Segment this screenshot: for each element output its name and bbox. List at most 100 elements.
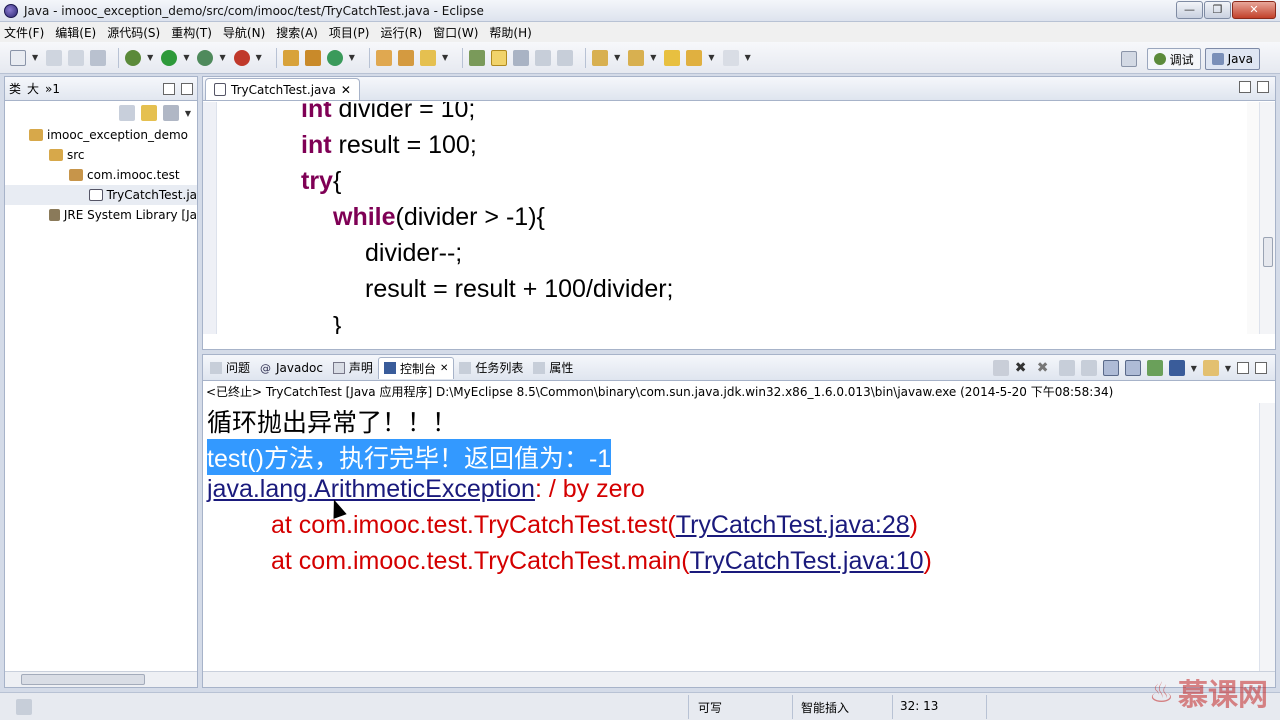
collapse-all-icon[interactable] <box>118 105 135 121</box>
remove-all-icon[interactable]: ✖ <box>1037 360 1053 376</box>
debug-icon[interactable] <box>125 49 142 66</box>
print-icon[interactable] <box>90 49 107 66</box>
tree-item-package[interactable]: com.imooc.test <box>5 165 197 185</box>
tab-declaration[interactable]: 声明 <box>328 357 378 379</box>
menu-file[interactable]: 文件(F) <box>4 24 44 41</box>
tree-item-project[interactable]: imooc_exception_demo <box>5 125 197 145</box>
tab-console[interactable]: 控制台 ✕ <box>377 356 455 379</box>
pin-console-icon[interactable] <box>1146 360 1163 376</box>
close-icon[interactable]: ✕ <box>440 363 448 374</box>
chevron-down-icon[interactable]: ▼ <box>650 53 656 62</box>
code-text-area[interactable]: int divider = 10; int result = 100; try{… <box>203 102 1249 334</box>
tab-tasks[interactable]: 任务列表 <box>454 357 528 379</box>
editor-tab-trycatchtest[interactable]: TryCatchTest.java ✕ <box>205 78 360 100</box>
open-resource-icon[interactable] <box>397 49 414 66</box>
chevron-down-icon[interactable]: ▼ <box>32 53 38 62</box>
tree-item-java-file[interactable]: TryCatchTest.ja <box>5 185 197 205</box>
external-tools-icon[interactable] <box>233 49 250 66</box>
tab-javadoc[interactable]: @ Javadoc <box>255 357 328 379</box>
console-vertical-scrollbar[interactable] <box>1259 403 1275 671</box>
annotation-icon[interactable] <box>469 49 486 66</box>
menu-help[interactable]: 帮助(H) <box>489 24 531 41</box>
scrollbar-thumb[interactable] <box>21 674 145 685</box>
mark-occurrences-icon[interactable] <box>491 49 508 66</box>
java-perspective-button[interactable]: Java <box>1204 48 1260 70</box>
maximize-button[interactable]: ❐ <box>1204 1 1231 19</box>
source-link[interactable]: TryCatchTest.java:28 <box>676 511 910 539</box>
show-on-output-icon[interactable] <box>1102 360 1119 376</box>
show-on-error-icon[interactable] <box>1124 360 1141 376</box>
view-menu-icon[interactable] <box>162 105 179 121</box>
minimize-button[interactable]: — <box>1176 1 1203 19</box>
chevron-down-icon[interactable]: ▼ <box>219 53 225 62</box>
chevron-down-icon[interactable]: ▼ <box>745 53 751 62</box>
debug-perspective-button[interactable]: 调试 <box>1146 48 1201 70</box>
open-perspective-icon[interactable] <box>1120 51 1137 67</box>
last-edit-icon[interactable] <box>664 49 681 66</box>
editor-vertical-scrollbar[interactable] <box>1259 102 1275 334</box>
save-all-icon[interactable] <box>68 49 85 66</box>
save-icon[interactable] <box>46 49 63 66</box>
prev-annotation-icon[interactable] <box>628 49 645 66</box>
remove-launch-icon[interactable]: ✖ <box>1015 360 1031 376</box>
maximize-view-icon[interactable] <box>181 82 193 95</box>
link-editor-icon[interactable] <box>140 105 157 121</box>
chevron-down-icon[interactable]: ▼ <box>147 53 153 62</box>
chevron-down-icon[interactable]: ▼ <box>1191 364 1197 373</box>
menu-edit[interactable]: 编辑(E) <box>55 24 96 41</box>
chevron-down-icon[interactable]: ▼ <box>442 53 448 62</box>
tab-problems[interactable]: 问题 <box>205 357 255 379</box>
chevron-down-icon[interactable]: ▼ <box>256 53 262 62</box>
close-button[interactable]: ✕ <box>1232 1 1276 19</box>
back-icon[interactable] <box>686 49 703 66</box>
fast-view-icon[interactable] <box>16 699 32 715</box>
chevron-down-icon[interactable]: ▼ <box>185 109 191 118</box>
chevron-down-icon[interactable]: ▼ <box>708 53 714 62</box>
minimize-view-icon[interactable] <box>1239 81 1251 93</box>
clear-console-icon[interactable] <box>1058 360 1075 376</box>
close-icon[interactable]: ✕ <box>341 83 351 97</box>
open-type-icon[interactable] <box>375 49 392 66</box>
forward-icon[interactable] <box>722 49 739 66</box>
new-package-icon[interactable] <box>304 49 321 66</box>
pilcrow-icon[interactable] <box>557 49 574 66</box>
source-link[interactable]: TryCatchTest.java:10 <box>690 547 924 575</box>
maximize-view-icon[interactable] <box>1257 81 1269 93</box>
tab-overflow[interactable]: »1 <box>45 82 60 96</box>
search-icon[interactable] <box>419 49 436 66</box>
maximize-view-icon[interactable] <box>1255 362 1267 374</box>
new-project-icon[interactable] <box>282 49 299 66</box>
horizontal-scrollbar[interactable] <box>5 671 197 687</box>
block-selection-icon[interactable] <box>513 49 530 66</box>
tab-package-explorer[interactable]: 类 <box>9 80 21 97</box>
tree-item-jre[interactable]: JRE System Library [Ja <box>5 205 197 225</box>
tab-properties[interactable]: 属性 <box>528 357 578 379</box>
terminate-icon[interactable] <box>992 360 1009 376</box>
minimize-view-icon[interactable] <box>163 82 175 95</box>
chevron-down-icon[interactable]: ▼ <box>1225 364 1231 373</box>
show-whitespace-icon[interactable] <box>535 49 552 66</box>
menu-project[interactable]: 项目(P) <box>329 24 370 41</box>
console-output[interactable]: 循环抛出异常了！！！ test()方法，执行完毕！返回值为：-1 java.la… <box>203 403 1259 671</box>
menu-search[interactable]: 搜索(A) <box>276 24 318 41</box>
menu-window[interactable]: 窗口(W) <box>433 24 478 41</box>
chevron-down-icon[interactable]: ▼ <box>614 53 620 62</box>
minimize-view-icon[interactable] <box>1237 362 1249 374</box>
new-file-icon[interactable] <box>10 49 26 66</box>
coverage-icon[interactable] <box>197 49 214 66</box>
new-class-icon[interactable] <box>326 49 343 66</box>
open-console-icon[interactable] <box>1202 360 1219 376</box>
scrollbar-thumb[interactable] <box>1263 237 1273 267</box>
next-annotation-icon[interactable] <box>592 49 609 66</box>
chevron-down-icon[interactable]: ▼ <box>183 53 189 62</box>
run-icon[interactable] <box>161 49 178 66</box>
exception-link[interactable]: java.lang.ArithmeticException <box>207 475 535 503</box>
tab-hierarchy[interactable]: 大 <box>27 80 39 97</box>
chevron-down-icon[interactable]: ▼ <box>349 53 355 62</box>
scroll-lock-icon[interactable] <box>1080 360 1097 376</box>
menu-navigate[interactable]: 导航(N) <box>223 24 265 41</box>
display-console-icon[interactable] <box>1168 360 1185 376</box>
menu-run[interactable]: 运行(R) <box>380 24 422 41</box>
console-horizontal-scrollbar[interactable] <box>203 671 1275 687</box>
menu-refactor[interactable]: 重构(T) <box>171 24 212 41</box>
